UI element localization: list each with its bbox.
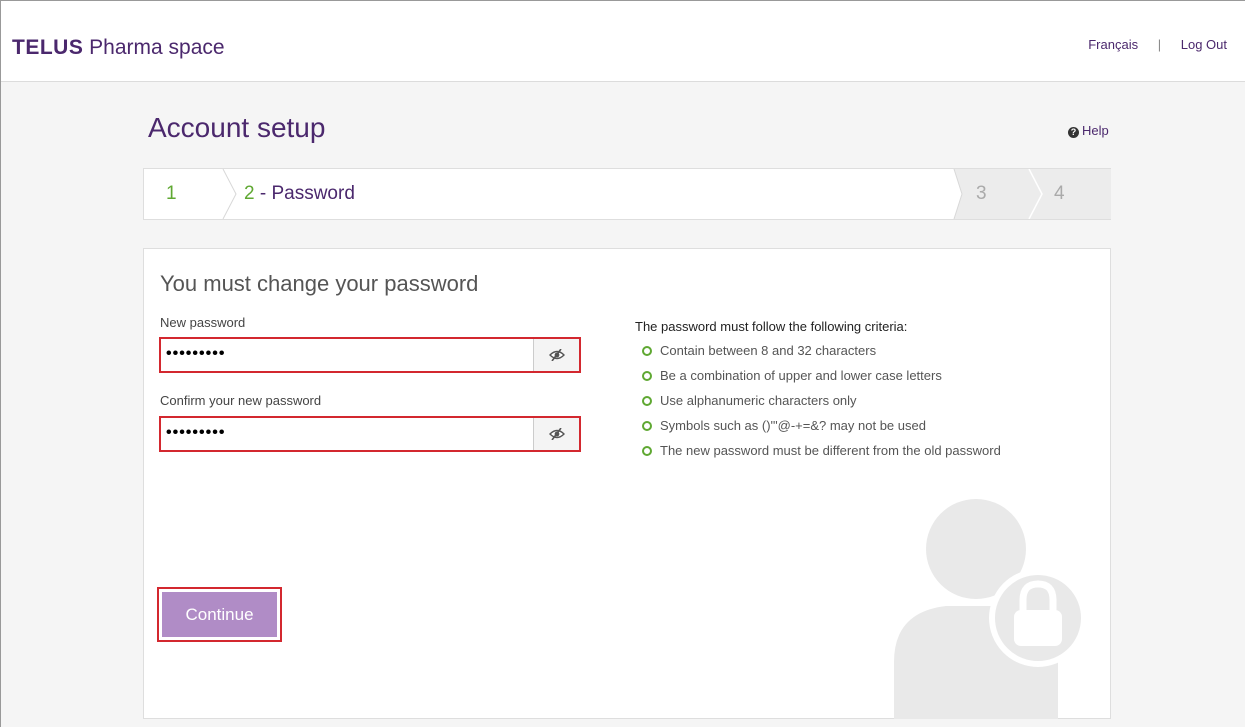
brand-logo[interactable]: TELUS Pharma space	[12, 36, 225, 60]
step-3-number: 3	[976, 183, 987, 204]
step-divider-chevron	[222, 169, 237, 219]
confirm-password-visibility-toggle[interactable]	[533, 418, 579, 450]
criteria-item-text: Be a combination of upper and lower case…	[660, 368, 942, 383]
step-divider-chevron	[948, 169, 963, 219]
brand-name-rest: Pharma space	[83, 36, 225, 59]
new-password-field: •••••••••	[159, 337, 581, 373]
top-header: TELUS Pharma space Français | Log Out	[1, 1, 1245, 82]
step-1: 1	[166, 169, 177, 219]
criteria-item-text: Symbols such as ()'"@-+=&? may not be us…	[660, 418, 926, 433]
criteria-item: Contain between 8 and 32 characters	[642, 343, 1001, 368]
confirm-password-input[interactable]: •••••••••	[161, 418, 547, 450]
bullet-circle-icon	[642, 346, 652, 356]
help-link[interactable]: ? Help	[1068, 123, 1109, 138]
continue-highlight: Continue	[157, 587, 282, 642]
step-1-number: 1	[166, 183, 177, 204]
criteria-title: The password must follow the following c…	[635, 319, 908, 334]
confirm-password-label: Confirm your new password	[160, 393, 322, 408]
criteria-item: Be a combination of upper and lower case…	[642, 368, 1001, 393]
step-2-number: 2	[244, 183, 255, 204]
confirm-password-field: •••••••••	[159, 416, 581, 452]
language-link[interactable]: Français	[1088, 37, 1138, 52]
links-separator: |	[1157, 37, 1162, 52]
bullet-circle-icon	[642, 371, 652, 381]
password-card: You must change your password New passwo…	[143, 248, 1111, 719]
criteria-item-text: Contain between 8 and 32 characters	[660, 343, 877, 358]
page-title: Account setup	[148, 112, 326, 143]
criteria-item-text: Use alphanumeric characters only	[660, 393, 857, 408]
step-divider-chevron	[1028, 169, 1043, 219]
card-title: You must change your password	[160, 271, 479, 296]
new-password-input[interactable]: •••••••••	[161, 339, 547, 371]
criteria-item: Symbols such as ()'"@-+=&? may not be us…	[642, 418, 1001, 443]
question-circle-icon: ?	[1068, 127, 1079, 138]
top-links: Français | Log Out	[1088, 37, 1227, 52]
bullet-circle-icon	[642, 446, 652, 456]
step-2-label: - Password	[254, 183, 355, 204]
bullet-circle-icon	[642, 396, 652, 406]
step-2-active: 2 - Password	[244, 169, 355, 219]
bullet-circle-icon	[642, 421, 652, 431]
user-lock-illustration-icon	[894, 499, 1086, 719]
criteria-item-text: The new password must be different from …	[660, 443, 1001, 458]
eye-slash-icon	[549, 428, 565, 440]
new-password-label: New password	[160, 315, 246, 330]
criteria-item: The new password must be different from …	[642, 443, 1001, 468]
new-password-visibility-toggle[interactable]	[533, 339, 579, 371]
brand-name-bold: TELUS	[12, 36, 84, 59]
step-3: 3	[976, 169, 987, 219]
eye-slash-icon	[549, 349, 565, 361]
help-label: Help	[1082, 123, 1109, 138]
step-4-number: 4	[1054, 183, 1065, 204]
logout-link[interactable]: Log Out	[1181, 37, 1227, 52]
continue-button[interactable]: Continue	[162, 592, 277, 637]
criteria-list: Contain between 8 and 32 characters Be a…	[642, 343, 1001, 468]
criteria-item: Use alphanumeric characters only	[642, 393, 1001, 418]
progress-stepper: 1 2 - Password 3 4	[143, 168, 1111, 220]
step-4: 4	[1054, 169, 1065, 219]
